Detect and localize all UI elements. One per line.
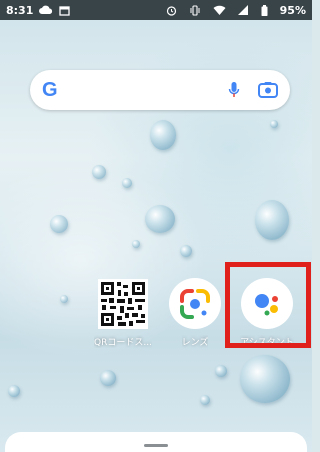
water-drop [100, 370, 116, 386]
lens-camera-icon[interactable] [258, 81, 278, 99]
app-qr-code-scanner[interactable]: QRコードス... [88, 278, 158, 348]
water-drop [215, 365, 227, 377]
mic-icon[interactable] [228, 81, 240, 99]
water-drop [180, 245, 192, 257]
alarm-icon [166, 5, 177, 16]
water-drop [150, 120, 176, 150]
app-label: レンズ [181, 338, 209, 348]
water-drop [270, 120, 278, 128]
water-drop [240, 355, 290, 403]
app-drawer-sheet[interactable] [5, 432, 307, 452]
vibrate-icon [189, 4, 201, 16]
qr-code-icon [97, 278, 149, 329]
google-logo: G [42, 78, 58, 101]
water-drop [132, 240, 140, 248]
drag-handle[interactable] [144, 444, 168, 447]
battery-percent: 95% [279, 3, 306, 17]
status-time: 8:31 [6, 3, 34, 17]
app-label: QRコードス... [94, 338, 152, 348]
water-drop [145, 205, 175, 233]
water-drop [8, 385, 20, 397]
wifi-icon [213, 5, 226, 15]
status-bar: 8:31 95% [0, 0, 312, 20]
status-right-icons: 95% [166, 4, 306, 17]
battery-icon [261, 4, 268, 16]
calendar-icon [59, 5, 71, 16]
water-drop [50, 215, 68, 233]
water-drop [92, 165, 106, 179]
app-google-lens[interactable]: レンズ [160, 278, 230, 348]
water-drop [122, 178, 132, 188]
water-drop [60, 295, 68, 303]
google-search-bar[interactable]: G [30, 70, 290, 110]
signal-icon [237, 5, 249, 15]
wallpaper [0, 0, 312, 452]
water-drop [255, 200, 289, 240]
highlight-box [225, 262, 311, 348]
water-drop [200, 395, 210, 405]
cloud-icon [39, 5, 53, 15]
google-lens-icon [169, 278, 221, 330]
